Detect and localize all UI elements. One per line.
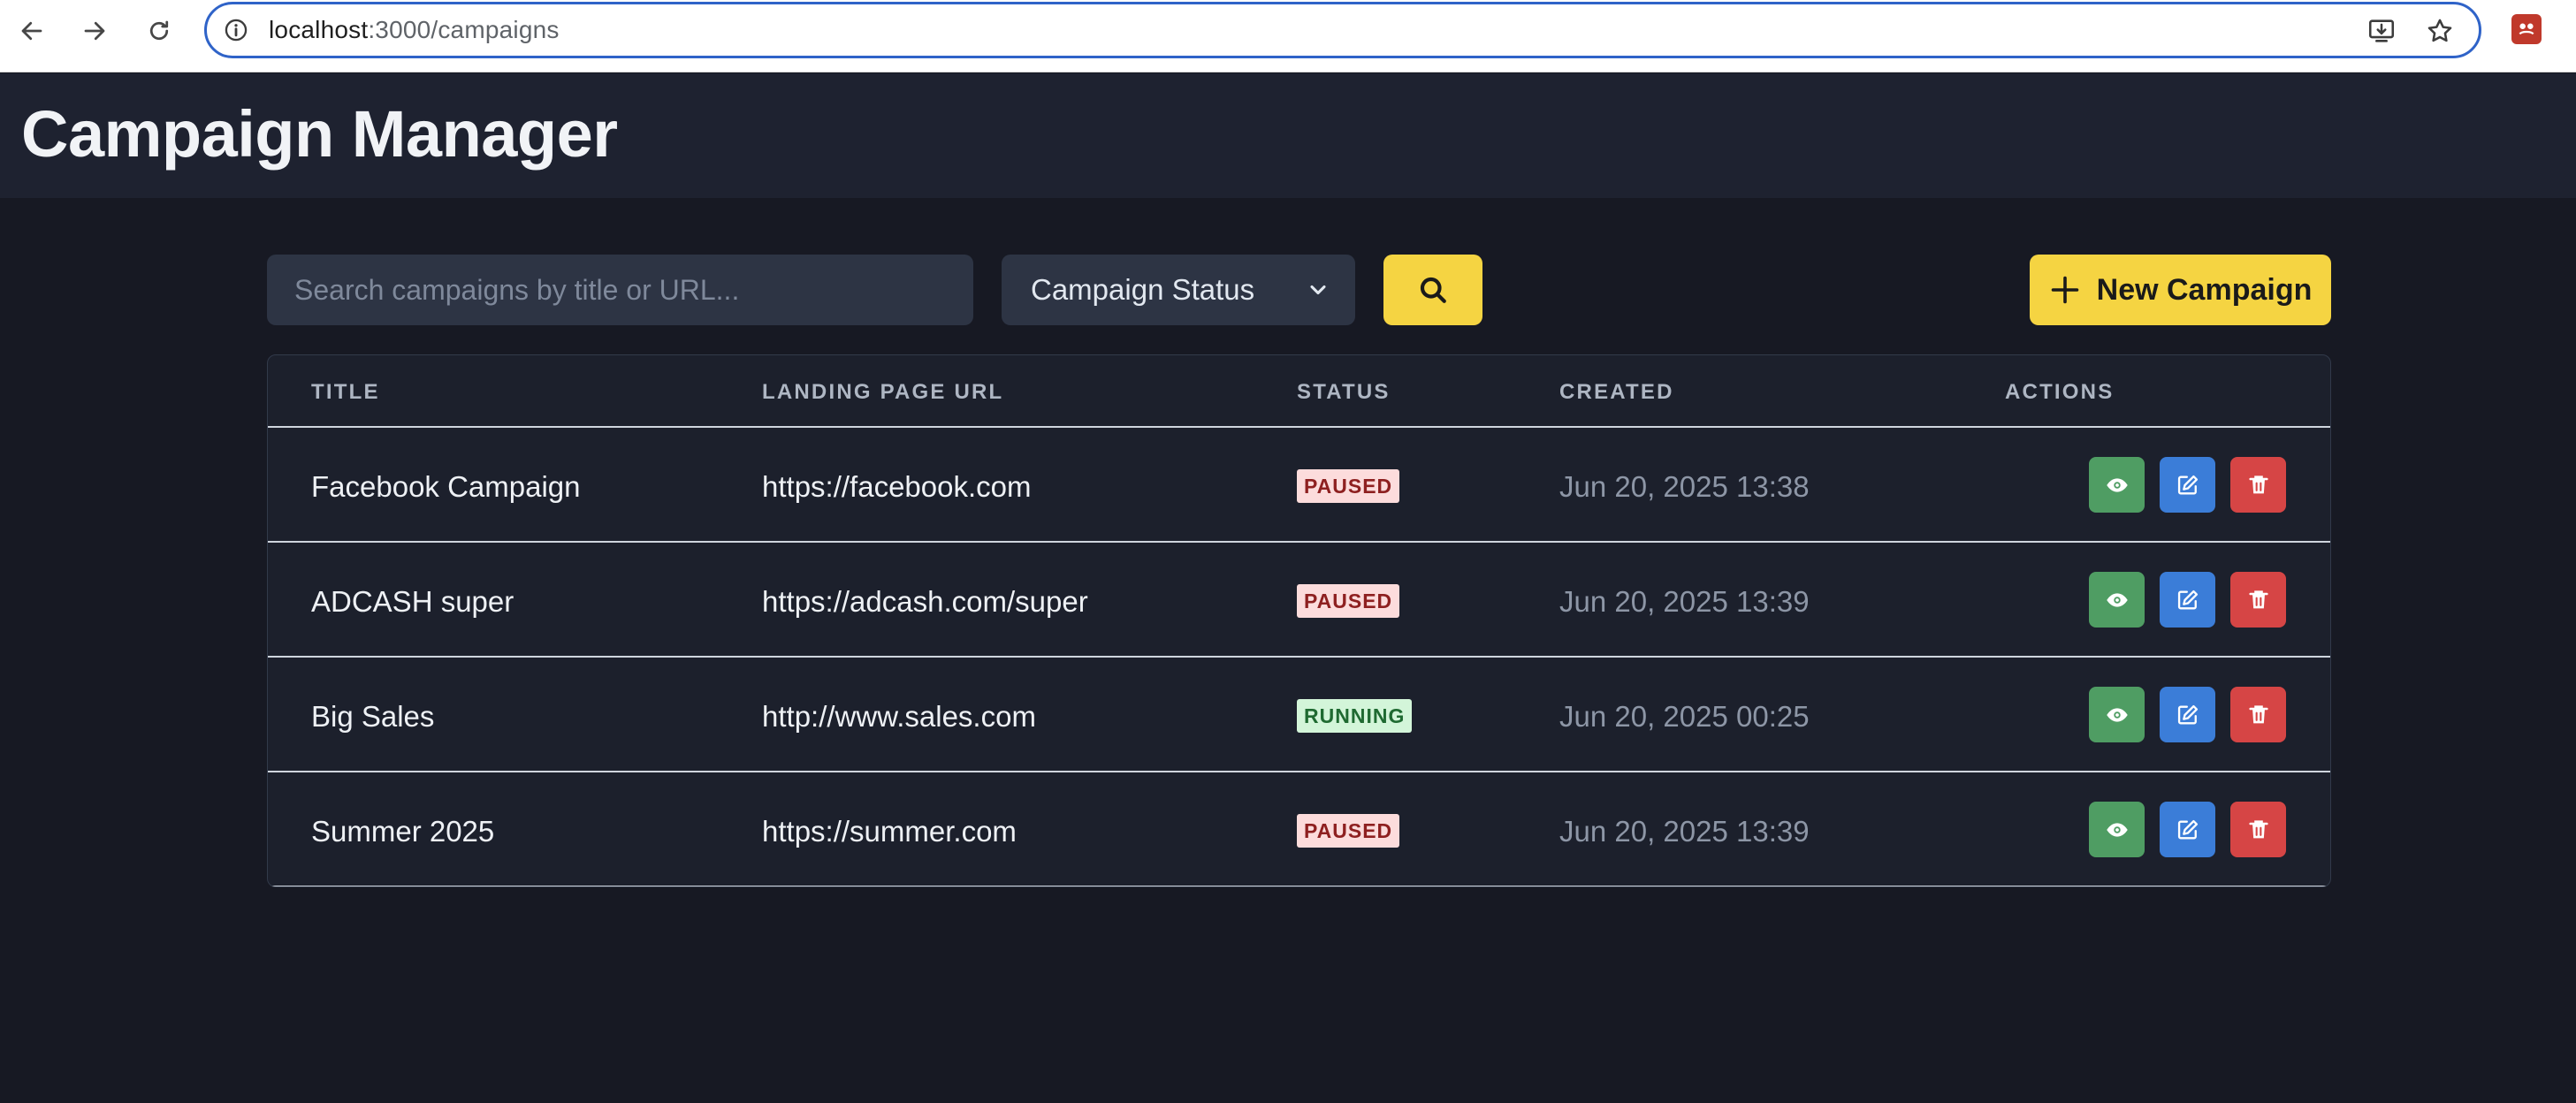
status-filter-label: Campaign Status bbox=[1031, 273, 1255, 306]
install-app-icon[interactable] bbox=[2366, 15, 2397, 47]
view-button[interactable] bbox=[2089, 802, 2145, 857]
new-campaign-label: New Campaign bbox=[2096, 272, 2313, 307]
search-input[interactable] bbox=[267, 255, 973, 325]
edit-button[interactable] bbox=[2160, 457, 2215, 513]
column-header-status: STATUS bbox=[1297, 380, 1391, 404]
address-bar[interactable]: localhost:3000/campaigns bbox=[204, 2, 2481, 58]
table-row: Facebook Campaign https://facebook.com P… bbox=[268, 428, 2330, 543]
site-info-icon[interactable] bbox=[223, 17, 249, 43]
column-header-created: CREATED bbox=[1559, 380, 1674, 404]
trash-icon bbox=[2248, 819, 2268, 838]
eye-icon bbox=[2106, 822, 2128, 837]
campaign-title: Summer 2025 bbox=[311, 815, 495, 848]
eye-icon bbox=[2106, 707, 2128, 722]
table-row: ADCASH super https://adcash.com/super PA… bbox=[268, 543, 2330, 658]
status-badge: PAUSED bbox=[1297, 814, 1400, 848]
eye-icon bbox=[2106, 477, 2128, 492]
search-button[interactable] bbox=[1383, 255, 1482, 325]
trash-icon bbox=[2248, 704, 2268, 723]
reload-icon bbox=[149, 20, 169, 41]
table-row: Big Sales http://www.sales.com RUNNING J… bbox=[268, 658, 2330, 772]
campaign-title: ADCASH super bbox=[311, 585, 514, 618]
column-header-title: TITLE bbox=[311, 380, 380, 404]
search-icon bbox=[1420, 277, 1446, 303]
created-date: Jun 20, 2025 13:38 bbox=[1559, 470, 1810, 503]
status-badge: RUNNING bbox=[1297, 699, 1413, 733]
campaign-title: Facebook Campaign bbox=[311, 470, 581, 503]
status-badge: PAUSED bbox=[1297, 584, 1400, 618]
created-date: Jun 20, 2025 13:39 bbox=[1559, 815, 1810, 848]
column-header-actions: ACTIONS bbox=[2005, 380, 2115, 404]
new-campaign-button[interactable]: New Campaign bbox=[2030, 255, 2331, 325]
forward-button[interactable] bbox=[78, 14, 111, 48]
arrow-right-icon bbox=[84, 21, 105, 41]
campaign-url: http://www.sales.com bbox=[762, 700, 1036, 733]
trash-icon bbox=[2248, 590, 2268, 608]
edit-button[interactable] bbox=[2160, 802, 2215, 857]
chevron-down-icon bbox=[1310, 285, 1326, 295]
campaign-url: https://facebook.com bbox=[762, 470, 1032, 503]
arrow-left-icon bbox=[21, 21, 42, 41]
edit-icon bbox=[2177, 475, 2198, 494]
page-title: Campaign Manager bbox=[21, 97, 618, 171]
edit-icon bbox=[2177, 590, 2198, 609]
table-row: Summer 2025 https://summer.com PAUSED Ju… bbox=[268, 772, 2330, 886]
campaigns-table: TITLE LANDING PAGE URL STATUS CREATED AC… bbox=[267, 354, 2331, 887]
plus-icon bbox=[2049, 274, 2081, 306]
back-button[interactable] bbox=[15, 14, 49, 48]
browser-toolbar: localhost:3000/campaigns bbox=[0, 0, 2576, 72]
view-button[interactable] bbox=[2089, 457, 2145, 513]
edit-button[interactable] bbox=[2160, 572, 2215, 628]
table-header: TITLE LANDING PAGE URL STATUS CREATED AC… bbox=[268, 355, 2330, 428]
delete-button[interactable] bbox=[2230, 687, 2286, 742]
bookmark-star-icon[interactable] bbox=[2424, 15, 2456, 47]
app-header: Campaign Manager bbox=[0, 73, 2576, 198]
campaign-url: https://adcash.com/super bbox=[762, 585, 1088, 618]
delete-button[interactable] bbox=[2230, 802, 2286, 857]
edit-button[interactable] bbox=[2160, 687, 2215, 742]
eye-icon bbox=[2106, 592, 2128, 607]
created-date: Jun 20, 2025 13:39 bbox=[1559, 585, 1810, 618]
reload-button[interactable] bbox=[142, 14, 176, 48]
address-url: localhost:3000/campaigns bbox=[269, 16, 560, 43]
campaign-title: Big Sales bbox=[311, 700, 435, 733]
delete-button[interactable] bbox=[2230, 572, 2286, 628]
campaign-url: https://summer.com bbox=[762, 815, 1017, 848]
delete-button[interactable] bbox=[2230, 457, 2286, 513]
column-header-url: LANDING PAGE URL bbox=[762, 380, 1004, 404]
edit-icon bbox=[2177, 704, 2198, 724]
edit-icon bbox=[2177, 819, 2198, 839]
created-date: Jun 20, 2025 00:25 bbox=[1559, 700, 1810, 733]
trash-icon bbox=[2248, 475, 2268, 493]
status-filter-select[interactable]: Campaign Status bbox=[1002, 255, 1355, 325]
status-badge: PAUSED bbox=[1297, 469, 1400, 503]
view-button[interactable] bbox=[2089, 687, 2145, 742]
extension-icon[interactable] bbox=[2511, 14, 2542, 44]
view-button[interactable] bbox=[2089, 572, 2145, 628]
